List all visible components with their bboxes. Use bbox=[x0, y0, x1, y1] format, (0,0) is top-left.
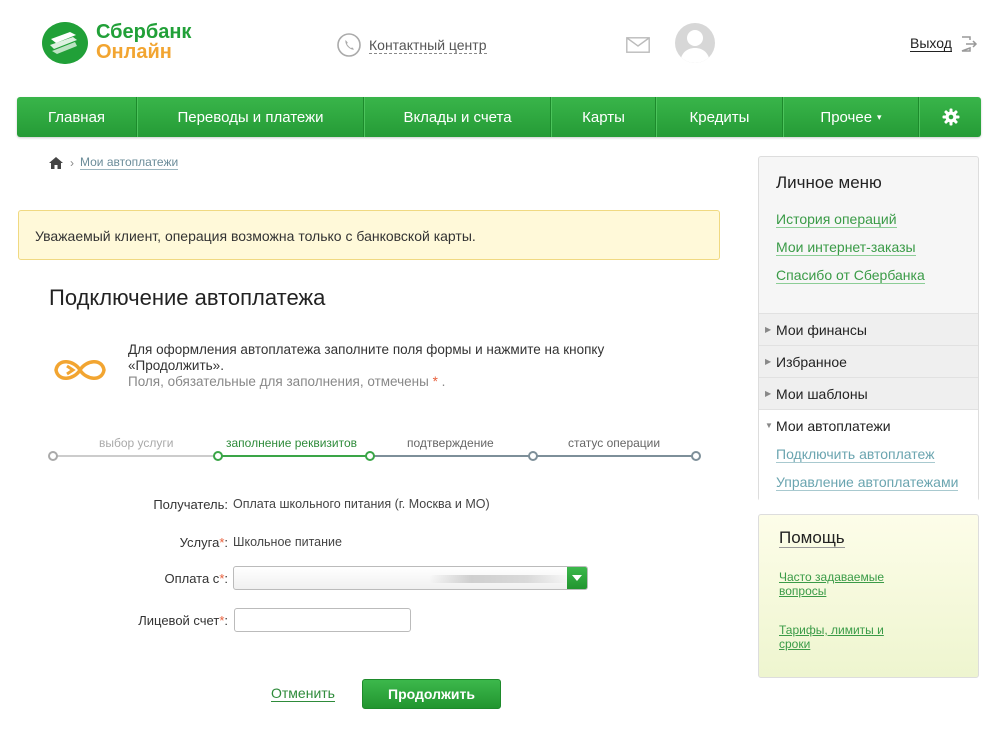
form-row-pay-from: Оплата с*: bbox=[0, 566, 700, 592]
service-label-colon: : bbox=[224, 535, 228, 550]
step-select-service: выбор услуги bbox=[99, 436, 174, 450]
main-nav: Главная Переводы и платежи Вклады и счет… bbox=[17, 97, 981, 137]
step-dot-5 bbox=[691, 451, 701, 461]
link-manage-autopay[interactable]: Управление автоплатежами bbox=[776, 475, 959, 491]
link-spasibo[interactable]: Спасибо от Сбербанка bbox=[776, 268, 925, 284]
service-label-text: Услуга bbox=[179, 535, 220, 550]
autopay-infinity-icon bbox=[54, 360, 106, 380]
nav-transfers[interactable]: Переводы и платежи bbox=[137, 97, 364, 137]
breadcrumb: › Мои автоплатежи bbox=[49, 156, 179, 170]
logo-line1: Сбербанк bbox=[96, 21, 192, 43]
triangle-down-icon: ▼ bbox=[765, 421, 773, 430]
page-title: Подключение автоплатежа bbox=[49, 285, 326, 310]
link-internet-orders[interactable]: Мои интернет-заказы bbox=[776, 240, 916, 256]
intro-required-note: Поля, обязательные для заполнения, отмеч… bbox=[128, 374, 688, 390]
intro-note-text: Поля, обязательные для заполнения, отмеч… bbox=[128, 374, 429, 389]
mail-icon[interactable] bbox=[626, 37, 650, 53]
form-row-service: Услуга*: Школьное питание bbox=[0, 530, 700, 556]
caret-down-icon: ▾ bbox=[877, 111, 882, 122]
intro-note-end: . bbox=[441, 374, 446, 389]
step-line-1 bbox=[53, 455, 218, 457]
progress-steps: выбор услуги заполнение реквизитов подтв… bbox=[48, 430, 703, 465]
help-panel: Помощь Часто задаваемые вопросы Тарифы, … bbox=[758, 514, 979, 678]
help-title: Помощь bbox=[779, 528, 845, 548]
step-dot-4 bbox=[528, 451, 538, 461]
select-dropdown-button[interactable] bbox=[567, 567, 587, 589]
link-faq[interactable]: Часто задаваемые вопросы bbox=[779, 570, 909, 598]
pay-from-select[interactable] bbox=[233, 566, 588, 590]
triangle-right-icon: ▶ bbox=[765, 325, 772, 334]
gear-icon bbox=[942, 108, 959, 126]
section-my-templates[interactable]: ▶ Мои шаблоны bbox=[759, 377, 978, 409]
notice-text: Уважаемый клиент, операция возможна толь… bbox=[35, 228, 476, 244]
service-value: Школьное питание bbox=[233, 535, 342, 549]
step-status: статус операции bbox=[568, 436, 661, 450]
step-dot-2 bbox=[213, 451, 223, 461]
pay-from-label-colon: : bbox=[224, 571, 228, 586]
section-my-autopayments-label: Мои автоплатежи bbox=[776, 417, 891, 434]
section-favorites[interactable]: ▶ Избранное bbox=[759, 345, 978, 377]
account-number-input[interactable] bbox=[234, 608, 411, 632]
intro-instruction: Для оформления автоплатежа заполните пол… bbox=[128, 342, 605, 373]
header: Сбербанк Онлайн Контактный центр Выход bbox=[0, 0, 991, 97]
recipient-label: Получатель: bbox=[153, 497, 228, 512]
chevron-down-icon bbox=[572, 575, 582, 581]
nav-deposits[interactable]: Вклады и счета bbox=[364, 97, 551, 137]
nav-other[interactable]: Прочее ▾ bbox=[783, 97, 919, 137]
step-fill-details: заполнение реквизитов bbox=[226, 436, 358, 450]
sberbank-logo[interactable]: Сбербанк Онлайн bbox=[42, 20, 202, 68]
nav-settings[interactable] bbox=[919, 97, 981, 137]
step-dot-1 bbox=[48, 451, 58, 461]
recipient-value: Оплата школьного питания (г. Москва и МО… bbox=[233, 497, 490, 511]
contact-center-link[interactable]: Контактный центр bbox=[369, 37, 487, 54]
sberbank-logo-icon bbox=[42, 22, 88, 64]
logo-line2: Онлайн bbox=[96, 41, 172, 63]
account-label-text: Лицевой счет bbox=[138, 613, 220, 628]
service-label: Услуга*: bbox=[180, 535, 228, 550]
link-operations-history[interactable]: История операций bbox=[776, 212, 897, 228]
section-my-finances[interactable]: ▶ Мои финансы bbox=[759, 313, 978, 345]
required-asterisk: * bbox=[432, 374, 438, 389]
nav-credits[interactable]: Кредиты bbox=[656, 97, 783, 137]
breadcrumb-separator-icon: › bbox=[70, 156, 74, 170]
breadcrumb-autopayments[interactable]: Мои автоплатежи bbox=[80, 156, 179, 170]
continue-button[interactable]: Продолжить bbox=[362, 679, 501, 709]
nav-home[interactable]: Главная bbox=[17, 97, 137, 137]
step-dot-3 bbox=[365, 451, 375, 461]
triangle-right-icon: ▶ bbox=[765, 389, 772, 398]
form-row-account: Лицевой счет*: bbox=[0, 608, 700, 634]
link-connect-autopay[interactable]: Подключить автоплатеж bbox=[776, 447, 935, 463]
section-my-finances-label: Мои финансы bbox=[776, 321, 867, 338]
link-tariffs[interactable]: Тарифы, лимиты и сроки bbox=[779, 623, 909, 651]
account-label-colon: : bbox=[224, 613, 228, 628]
step-line-2 bbox=[218, 455, 370, 457]
pay-from-label: Оплата с*: bbox=[164, 571, 228, 586]
section-my-autopayments[interactable]: ▼ Мои автоплатежи bbox=[759, 409, 978, 441]
logout-icon bbox=[961, 36, 977, 52]
account-label: Лицевой счет*: bbox=[138, 613, 228, 628]
section-my-templates-label: Мои шаблоны bbox=[776, 385, 868, 402]
personal-menu-title: Личное меню bbox=[776, 173, 882, 192]
personal-menu: Личное меню История операций Мои интерне… bbox=[758, 156, 979, 501]
contact-center[interactable]: Контактный центр bbox=[337, 32, 487, 58]
home-icon[interactable] bbox=[49, 157, 63, 169]
intro-text: Для оформления автоплатежа заполните пол… bbox=[128, 342, 688, 390]
phone-icon bbox=[337, 33, 361, 57]
section-favorites-label: Избранное bbox=[776, 353, 847, 370]
form-row-recipient: Получатель: Оплата школьного питания (г.… bbox=[0, 492, 700, 518]
user-icon bbox=[680, 30, 710, 63]
pay-from-label-text: Оплата с bbox=[164, 571, 220, 586]
logout-link[interactable]: Выход bbox=[910, 36, 952, 52]
warning-notice: Уважаемый клиент, операция возможна толь… bbox=[18, 210, 720, 260]
nav-cards[interactable]: Карты bbox=[551, 97, 656, 137]
logout[interactable]: Выход bbox=[910, 36, 978, 52]
triangle-right-icon: ▶ bbox=[765, 357, 772, 366]
cancel-link[interactable]: Отменить bbox=[271, 686, 335, 702]
logo-text: Сбербанк Онлайн bbox=[96, 22, 191, 62]
nav-other-label: Прочее bbox=[820, 108, 873, 126]
user-avatar[interactable] bbox=[675, 23, 715, 63]
blurred-card-number bbox=[429, 575, 569, 583]
step-confirm: подтверждение bbox=[407, 436, 494, 450]
